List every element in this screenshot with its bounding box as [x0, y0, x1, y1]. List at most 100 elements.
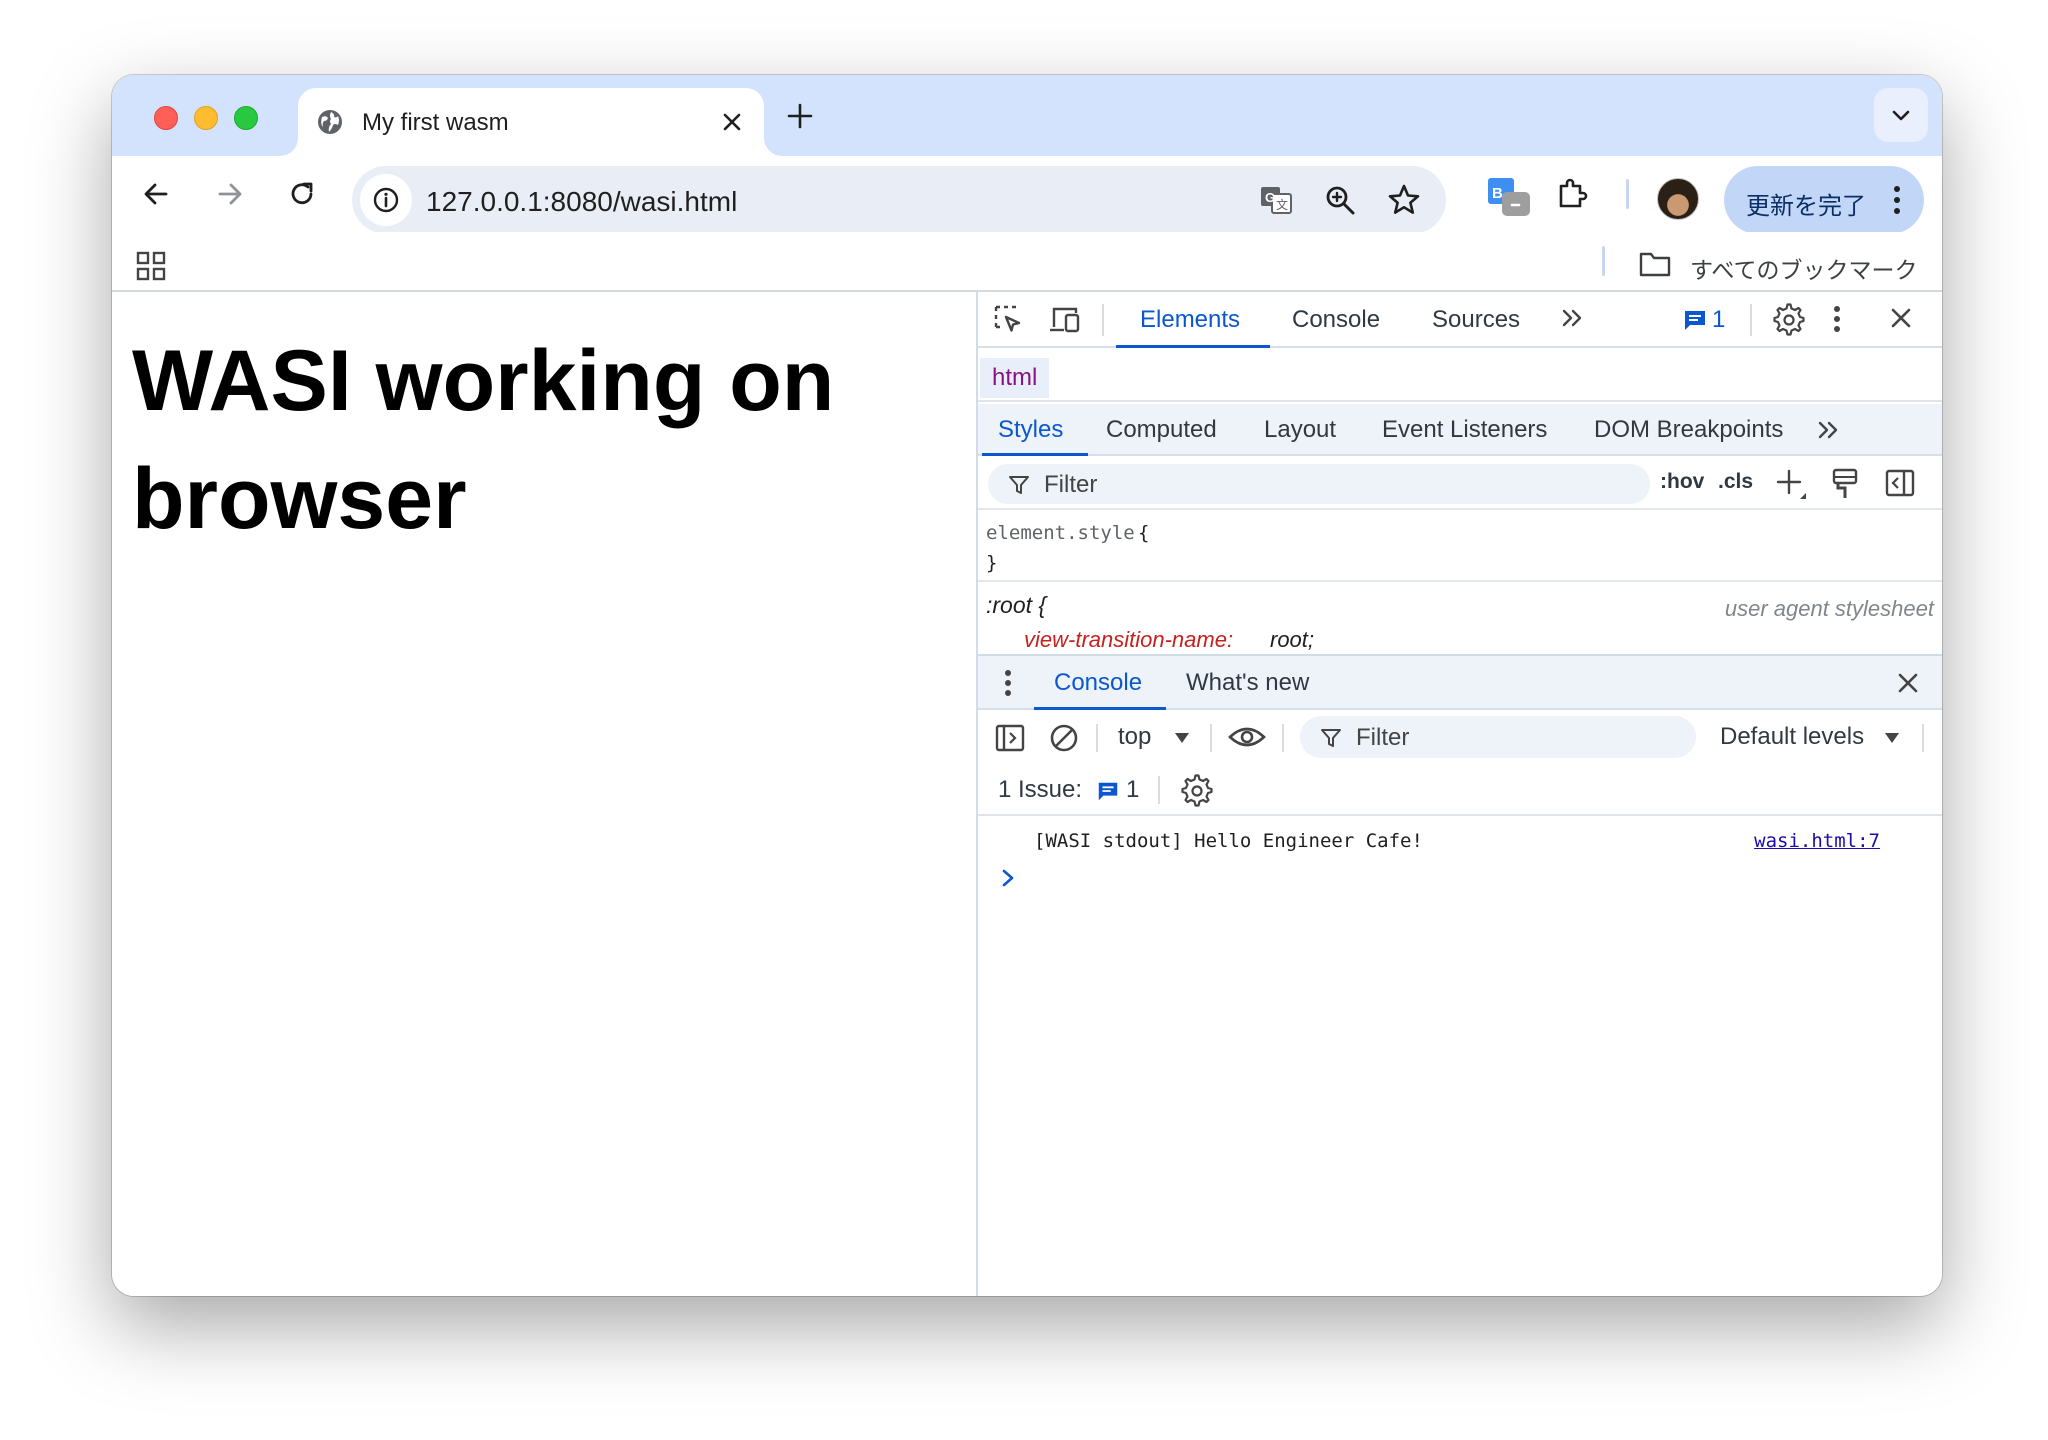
toolbar-divider — [1282, 724, 1284, 752]
console-issues-row: 1 Issue: 1 — [978, 764, 1942, 816]
rule-value[interactable]: root; — [1270, 627, 1314, 653]
style-rule-element-style: element.style { } — [978, 512, 1942, 582]
new-tab-icon[interactable] — [784, 100, 816, 132]
rule-property[interactable]: view-transition-name: — [1024, 627, 1233, 653]
page-heading: WASI working on browser — [132, 333, 835, 547]
address-bar[interactable]: 127.0.0.1:8080/wasi.html G 文 — [352, 166, 1446, 234]
dropdown-arrow-icon — [1885, 733, 1899, 743]
more-vert-icon[interactable] — [1832, 303, 1842, 335]
more-vert-icon — [1894, 186, 1900, 214]
globe-icon — [318, 110, 342, 134]
toolbar-divider — [1158, 776, 1160, 804]
translate-icon[interactable]: G 文 — [1258, 182, 1294, 218]
log-message: [WASI stdout] Hello Engineer Cafe! — [1034, 830, 1423, 852]
update-button[interactable]: 更新を完了 — [1724, 166, 1924, 234]
active-subtab-indicator — [982, 453, 1088, 456]
device-toolbar-icon[interactable] — [1048, 303, 1082, 335]
issues-badge-count[interactable]: 1 — [1712, 306, 1725, 334]
hov-toggle[interactable]: :hov — [1660, 470, 1704, 494]
rule-close-brace: } — [986, 552, 998, 574]
all-bookmarks-link[interactable]: すべてのブックマーク — [1690, 251, 1917, 285]
close-drawer-icon[interactable] — [1894, 669, 1922, 697]
drawer-menu-icon[interactable] — [1004, 668, 1012, 698]
zoom-window-button[interactable] — [234, 106, 258, 130]
browser-toolbar: 127.0.0.1:8080/wasi.html G 文 B 更新を完了 — [112, 156, 1942, 234]
tab-computed[interactable]: Computed — [1106, 416, 1217, 444]
extensions-puzzle-icon[interactable] — [1554, 176, 1590, 212]
console-filter-placeholder: Filter — [1356, 724, 1410, 751]
info-icon — [373, 187, 399, 213]
browser-window: My first wasm 127.0.0.1:8080/wasi.html G… — [112, 75, 1942, 1296]
toolbar-divider — [1750, 304, 1752, 336]
zoom-icon[interactable] — [1322, 182, 1358, 218]
tab-strip: My first wasm — [112, 75, 1942, 156]
console-toolbar: top Filter Default levels — [978, 710, 1942, 764]
apps-grid-icon[interactable] — [136, 251, 166, 281]
filter-funnel-icon — [1009, 476, 1029, 494]
issues-count[interactable]: 1 — [1126, 776, 1139, 804]
breadcrumb-html[interactable]: html — [980, 358, 1050, 398]
close-devtools-icon[interactable] — [1886, 303, 1916, 333]
inspect-element-icon[interactable] — [992, 303, 1024, 335]
tab-elements[interactable]: Elements — [1140, 306, 1240, 334]
drawer-tab-console[interactable]: Console — [1054, 669, 1142, 697]
tab-event-listeners[interactable]: Event Listeners — [1382, 416, 1547, 444]
active-tab-indicator — [1116, 345, 1270, 348]
url-text[interactable]: 127.0.0.1:8080/wasi.html — [426, 186, 737, 218]
log-source-link[interactable]: wasi.html:7 — [1754, 830, 1880, 852]
site-info-button[interactable] — [360, 174, 412, 226]
styles-subtabs: Styles Computed Layout Event Listeners D… — [978, 404, 1942, 456]
clear-console-icon[interactable] — [1048, 722, 1080, 754]
devtools-panel: Elements Console Sources 1 html Styles C… — [976, 292, 1942, 1296]
new-style-rule-icon[interactable] — [1774, 467, 1808, 501]
toggle-sidebar-icon[interactable] — [1884, 467, 1916, 499]
log-levels-selector[interactable]: Default levels — [1720, 723, 1864, 751]
minimize-window-button[interactable] — [194, 106, 218, 130]
console-sidebar-icon[interactable] — [994, 722, 1026, 754]
console-filter-input[interactable]: Filter — [1300, 716, 1696, 758]
more-subtabs-chevron-icon[interactable] — [1814, 415, 1844, 445]
console-log-row: [WASI stdout] Hello Engineer Cafe! wasi.… — [978, 818, 1942, 862]
svg-text:G: G — [1265, 190, 1275, 205]
styles-filter-row: Filter :hov .cls — [978, 458, 1942, 510]
drawer-tab-whats-new[interactable]: What's new — [1186, 669, 1309, 697]
style-rule-root: :root { user agent stylesheet view-trans… — [978, 584, 1942, 654]
tab-dom-breakpoints[interactable]: DOM Breakpoints — [1594, 416, 1783, 444]
filter-funnel-icon — [1321, 729, 1341, 747]
cls-toggle[interactable]: .cls — [1718, 470, 1753, 494]
rule-selector[interactable]: :root { — [986, 592, 1046, 619]
bookmarks-divider — [1602, 246, 1605, 276]
tab-sources[interactable]: Sources — [1432, 306, 1520, 334]
bookmark-star-icon[interactable] — [1386, 182, 1422, 218]
devtools-main-tabs: Elements Console Sources 1 — [978, 292, 1942, 348]
close-window-button[interactable] — [154, 106, 178, 130]
extension-badge-icon[interactable]: B — [1486, 172, 1532, 218]
folder-icon[interactable] — [1638, 250, 1672, 278]
tab-search-button[interactable] — [1874, 88, 1928, 142]
tab-styles[interactable]: Styles — [998, 416, 1063, 444]
close-tab-icon[interactable] — [720, 110, 744, 134]
issues-message-icon[interactable] — [1682, 307, 1708, 333]
paint-brush-icon[interactable] — [1830, 467, 1860, 501]
tab-my-first-wasm[interactable]: My first wasm — [298, 88, 764, 156]
toolbar-divider — [1102, 304, 1104, 336]
breadcrumb-bar: html — [978, 354, 1942, 402]
settings-gear-icon[interactable] — [1772, 303, 1806, 337]
live-expression-eye-icon[interactable] — [1228, 724, 1266, 750]
more-tabs-chevron-icon[interactable] — [1558, 303, 1588, 333]
console-settings-gear-icon[interactable] — [1180, 774, 1214, 808]
profile-avatar[interactable] — [1657, 178, 1699, 220]
context-selector[interactable]: top — [1118, 723, 1151, 751]
tab-title: My first wasm — [362, 109, 509, 136]
tab-console[interactable]: Console — [1292, 306, 1380, 334]
console-prompt-chevron-icon[interactable] — [998, 866, 1018, 890]
forward-icon[interactable] — [212, 176, 248, 212]
toolbar-divider — [1922, 724, 1924, 752]
issues-message-icon[interactable] — [1096, 779, 1120, 803]
tab-layout[interactable]: Layout — [1264, 416, 1336, 444]
back-icon[interactable] — [138, 176, 174, 212]
styles-filter-input[interactable]: Filter — [988, 464, 1650, 504]
reload-icon[interactable] — [284, 176, 320, 212]
rule-selector[interactable]: element.style — [986, 522, 1135, 544]
svg-text:文: 文 — [1276, 197, 1288, 212]
